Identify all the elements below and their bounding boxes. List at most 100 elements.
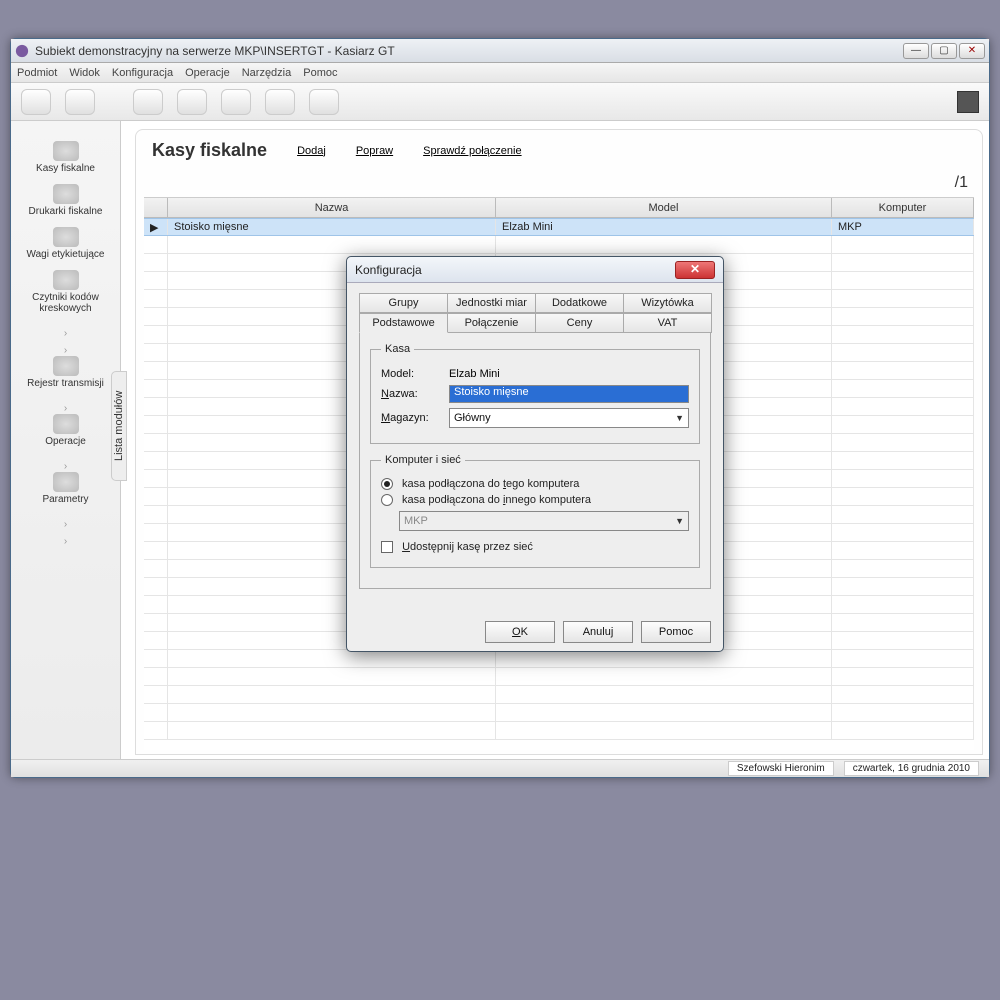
menu-pomoc[interactable]: Pomoc [303, 67, 337, 79]
sidebar-item-parametry[interactable]: Parametry [11, 472, 120, 505]
sidebar-item-operacje[interactable]: Operacje [11, 414, 120, 447]
tab-wizytowka[interactable]: Wizytówka [623, 293, 712, 313]
menu-podmiot[interactable]: Podmiot [17, 67, 57, 79]
titlebar: Subiekt demonstracyjny na serwerze MKP\I… [11, 39, 989, 63]
cancel-button[interactable]: Anuluj [563, 621, 633, 643]
label-magazyn: Magazyn: [381, 412, 449, 424]
menu-widok[interactable]: Widok [69, 67, 100, 79]
tab-grupy[interactable]: Grupy [359, 293, 448, 313]
action-popraw[interactable]: Popraw [356, 145, 393, 157]
toolbar-btn-2[interactable] [65, 89, 95, 115]
col-komputer[interactable]: Komputer [832, 198, 974, 217]
page-title: Kasy fiskalne [152, 140, 267, 161]
sidebar-item-label: Rejestr transmisji [27, 378, 104, 389]
radio-other-computer[interactable]: kasa podłączona do innego komputera [381, 494, 689, 506]
dialog-close-button[interactable]: ✕ [675, 261, 715, 279]
main-header: Kasy fiskalne Dodaj Popraw Sprawdź połąc… [136, 130, 982, 167]
value-model: Elzab Mini [449, 368, 500, 380]
status-date: czwartek, 16 grudnia 2010 [844, 761, 979, 776]
tab-dodatkowe[interactable]: Dodatkowe [535, 293, 624, 313]
sidebar-item-label: Kasy fiskalne [36, 163, 95, 174]
tab-jednostki[interactable]: Jednostki miar [447, 293, 536, 313]
sidebar-item-rejestr[interactable]: Rejestr transmisji [11, 356, 120, 389]
tab-panel: Kasa Model: Elzab Mini Nazwa: Stoisko mi… [359, 333, 711, 589]
gears-icon [53, 414, 79, 434]
action-dodaj[interactable]: Dodaj [297, 145, 326, 157]
sidebar: Kasy fiskalne Drukarki fiskalne Wagi ety… [11, 121, 121, 759]
dialog-buttons: OK Anuluj Pomoc [347, 613, 723, 651]
sidebar-item-kasy-fiskalne[interactable]: Kasy fiskalne [11, 141, 120, 174]
table-row-empty [144, 650, 974, 668]
sidebar-item-label: Operacje [45, 436, 86, 447]
dialog-title: Konfiguracja [355, 263, 422, 277]
toolbar-cube-icon[interactable] [957, 91, 979, 113]
table-row-empty [144, 236, 974, 254]
tab-polaczenie[interactable]: Połączenie [447, 313, 536, 333]
col-nazwa[interactable]: Nazwa [168, 198, 496, 217]
cash-register-icon [53, 141, 79, 161]
sidebar-item-label: Parametry [42, 494, 88, 505]
tab-podstawowe[interactable]: Podstawowe [359, 313, 448, 333]
radio-icon [381, 494, 393, 506]
cell-model: Elzab Mini [496, 219, 832, 235]
printer-icon [53, 184, 79, 204]
col-model[interactable]: Model [496, 198, 832, 217]
sidebar-item-wagi[interactable]: Wagi etykietujące [11, 227, 120, 260]
fieldset-kasa: Kasa Model: Elzab Mini Nazwa: Stoisko mi… [370, 343, 700, 444]
check-share[interactable]: Udostępnij kasę przez sieć [381, 541, 689, 553]
table-row-empty [144, 704, 974, 722]
toolbar-btn-6[interactable] [265, 89, 295, 115]
sidebar-item-label: Wagi etykietujące [27, 249, 105, 260]
grid-header: Nazwa Model Komputer [144, 198, 974, 218]
legend-kasa: Kasa [381, 343, 414, 355]
toolbar-btn-4[interactable] [177, 89, 207, 115]
minimize-button[interactable]: — [903, 43, 929, 59]
sidebar-item-czytniki[interactable]: Czytniki kodów kreskowych [11, 270, 120, 314]
fieldset-komputer: Komputer i sieć kasa podłączona do tego … [370, 454, 700, 568]
toolbar-btn-5[interactable] [221, 89, 251, 115]
menubar: Podmiot Widok Konfiguracja Operacje Narz… [11, 63, 989, 83]
toolbar-btn-7[interactable] [309, 89, 339, 115]
radio-this-computer[interactable]: kasa podłączona do tego komputera [381, 478, 689, 490]
sidebar-scroll-3[interactable]: › [64, 461, 67, 472]
checkbox-icon [381, 541, 393, 553]
help-button[interactable]: Pomoc [641, 621, 711, 643]
action-sprawdz[interactable]: Sprawdź połączenie [423, 145, 521, 157]
sidebar-item-drukarki-fiskalne[interactable]: Drukarki fiskalne [11, 184, 120, 217]
pager: /1 [955, 174, 968, 192]
config-dialog: Konfiguracja ✕ Grupy Jednostki miar Doda… [346, 256, 724, 652]
params-icon [53, 472, 79, 492]
sidebar-scroll-4[interactable]: ›› [64, 519, 67, 547]
scale-icon [53, 227, 79, 247]
toolbar-btn-3[interactable] [133, 89, 163, 115]
menu-konfiguracja[interactable]: Konfiguracja [112, 67, 173, 79]
sidebar-item-label: Drukarki fiskalne [29, 206, 103, 217]
tab-ceny[interactable]: Ceny [535, 313, 624, 333]
ok-button[interactable]: OK [485, 621, 555, 643]
sidebar-item-label: Czytniki kodów kreskowych [32, 292, 99, 314]
cell-komputer: MKP [832, 219, 974, 235]
sidebar-scroll-2[interactable]: › [64, 403, 67, 414]
toolbar [11, 83, 989, 121]
app-icon [15, 44, 29, 58]
menu-operacje[interactable]: Operacje [185, 67, 230, 79]
sidebar-scroll-1[interactable]: ›› [64, 328, 67, 356]
table-row-empty [144, 668, 974, 686]
vertical-tab-modules[interactable]: Lista modułów [111, 371, 127, 481]
menu-narzedzia[interactable]: Narzędzia [242, 67, 292, 79]
tab-vat[interactable]: VAT [623, 313, 712, 333]
label-model: Model: [381, 368, 449, 380]
combo-computer: MKP [399, 511, 689, 531]
label-nazwa: Nazwa: [381, 388, 449, 400]
barcode-icon [53, 270, 79, 290]
combo-magazyn[interactable]: Główny [449, 408, 689, 428]
radio-icon [381, 478, 393, 490]
row-indicator-icon: ▶ [144, 219, 168, 235]
dialog-body: Grupy Jednostki miar Dodatkowe Wizytówka… [347, 283, 723, 613]
maximize-button[interactable]: ▢ [931, 43, 957, 59]
toolbar-btn-1[interactable] [21, 89, 51, 115]
table-row[interactable]: ▶ Stoisko mięsne Elzab Mini MKP [144, 218, 974, 236]
input-nazwa[interactable]: Stoisko mięsne [449, 385, 689, 403]
cell-nazwa: Stoisko mięsne [168, 219, 496, 235]
close-button[interactable]: ✕ [959, 43, 985, 59]
